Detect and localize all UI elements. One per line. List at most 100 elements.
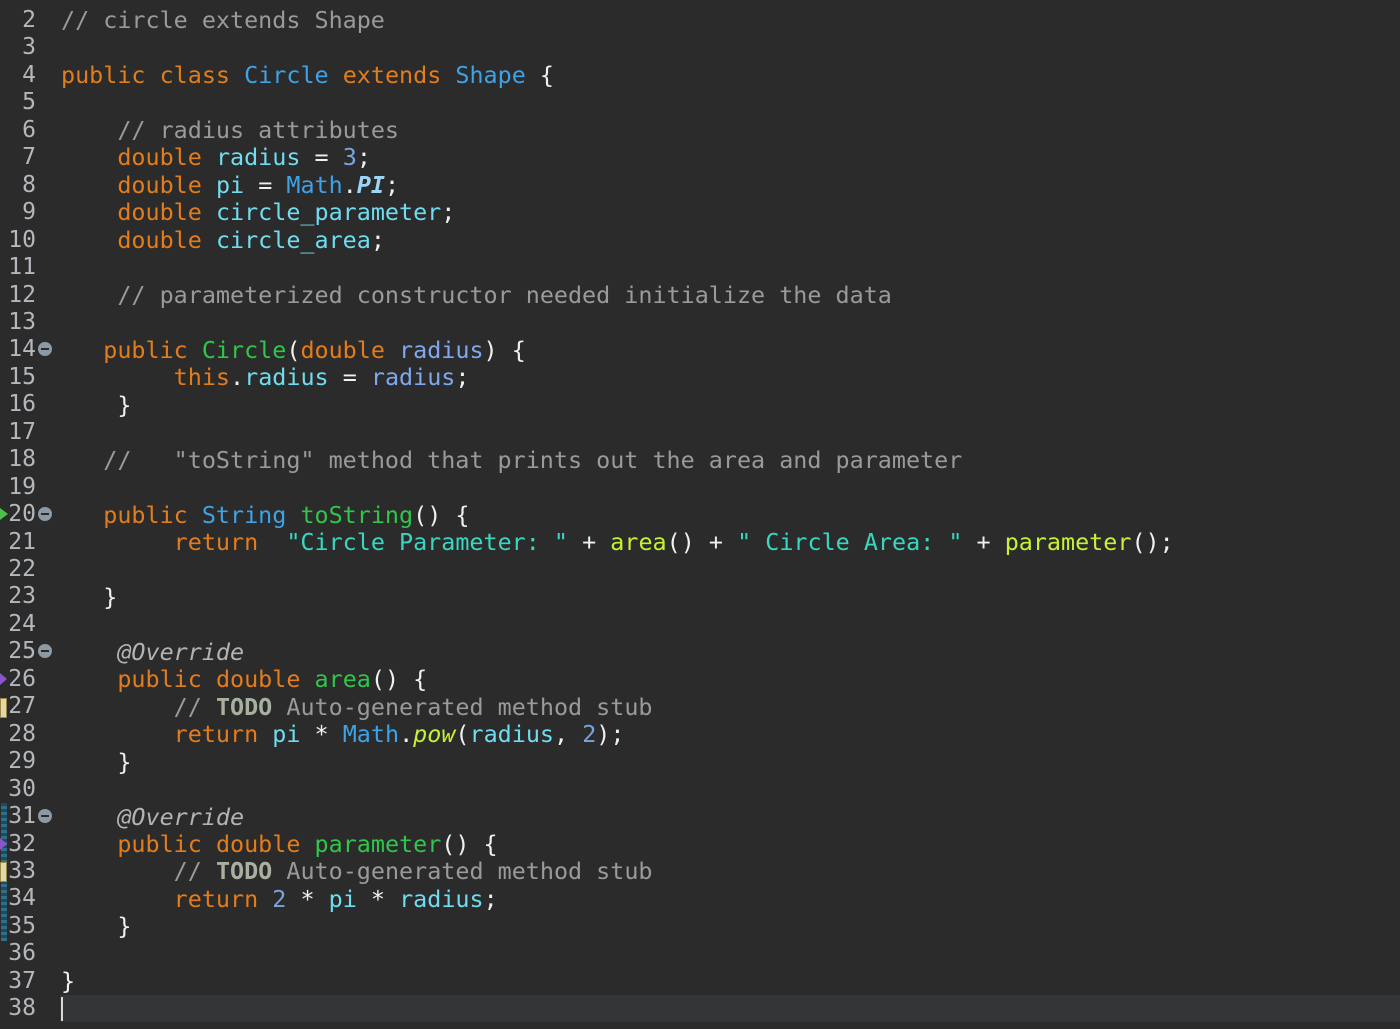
paren: ( [286,336,301,364]
field-name: radius [215,143,301,171]
dot: . [342,171,357,199]
operator: = [342,363,357,391]
override-indicator-icon[interactable] [0,673,7,685]
line-number: 12 [8,281,36,308]
keyword: class [159,61,231,89]
semicolon: ; [455,363,470,391]
method-name: toString [300,501,414,529]
line-number: 30 [8,775,36,802]
line-number: 10 [8,226,36,253]
string-literal: " Circle Area: " [737,528,963,556]
comment: Auto-generated method stub [286,857,653,885]
collapse-fold-icon[interactable] [38,342,52,357]
code-line: } [61,913,131,940]
keyword: public [61,61,146,89]
line-number: 13 [8,308,36,335]
collapse-fold-icon[interactable] [38,507,52,522]
line-number: 21 [8,528,36,555]
paren: (); [1131,528,1174,556]
method-name: area [314,665,371,693]
string-literal: "Circle Parameter: " [286,528,568,556]
class-reference: Math [342,720,400,748]
code-line: double circle_parameter; [61,199,455,226]
collapse-fold-icon[interactable] [38,809,52,824]
keyword: double [300,336,385,364]
paren: ); [596,720,625,748]
line-number: 16 [8,391,36,418]
operator: + [708,528,723,556]
collapse-fold-icon[interactable] [38,644,52,659]
override-indicator-icon[interactable] [0,838,7,850]
keyword: this [173,363,231,391]
line-number: 25 [8,638,36,665]
paren: ( [455,720,470,748]
code-line: public double area() { [61,666,427,693]
operator: * [314,720,329,748]
comment: // radius attributes [117,116,399,144]
line-number: 7 [22,144,36,171]
operator: = [258,171,273,199]
comment: // "toString" method that prints out the… [103,446,963,474]
method-call: parameter [1004,528,1132,556]
field-name: circle_area [215,226,371,254]
task-marker-icon[interactable] [0,862,7,882]
field-name: circle_parameter [215,198,442,226]
code-line: } [61,392,131,419]
brace: } [117,912,132,940]
keyword: double [117,226,202,254]
brace: } [61,967,76,995]
comment: // circle extends Shape [61,6,385,34]
number-literal: 2 [272,885,287,913]
line-number-gutter: 2 3 4 5 6 7 8 9 10 11 12 13 14 15 16 17 18 19 20 21 22 23 24 25… [0,0,60,1029]
line-number: 6 [22,116,36,143]
line-number: 14 [8,336,36,363]
task-marker-icon[interactable] [0,698,7,718]
code-line: // "toString" method that prints out the… [61,447,962,474]
breakpoint-arrow-icon[interactable] [0,508,8,520]
code-line: // TODO Auto-generated method stub [61,858,653,885]
superclass-name: Shape [455,61,526,89]
keyword: extends [342,61,442,89]
code-line: // TODO Auto-generated method stub [61,694,653,721]
line-number: 2 [22,7,36,33]
line-number: 4 [22,61,36,88]
brace: } [117,748,132,776]
line-number: 38 [8,995,36,1022]
line-number: 29 [8,748,36,775]
method-name: parameter [314,830,442,858]
paren: ) { [483,336,526,364]
brace: } [117,391,132,419]
operator: + [976,528,991,556]
code-line: } [61,584,117,611]
code-line: double circle_area; [61,227,385,254]
brace: { [539,61,554,89]
keyword: double [117,198,202,226]
code-line: } [61,968,75,995]
line-number: 28 [8,720,36,747]
keyword: double [215,665,301,693]
keyword: public [117,665,202,693]
comment: // [173,857,202,885]
semicolon: ; [356,143,371,171]
annotation: @Override [117,803,245,831]
todo-tag: TODO [215,857,273,885]
field-name: pi [215,171,245,199]
code-editor[interactable]: 2 3 4 5 6 7 8 9 10 11 12 13 14 15 16 17 18 19 20 21 22 23 24 25… [0,0,1400,1029]
keyword: return [173,720,259,748]
comment: // [173,693,202,721]
keyword: public [103,501,188,529]
number-literal: 3 [342,143,357,171]
keyword: return [173,885,259,913]
operator: * [300,885,315,913]
line-number: 5 [22,89,36,116]
line-number: 24 [8,610,36,637]
field-name: pi [272,720,301,748]
code-line: // parameterized constructor needed init… [61,282,892,309]
semicolon: ; [441,198,456,226]
keyword: double [117,171,202,199]
parameter-name: radius [370,363,456,391]
annotation: @Override [117,638,245,666]
type-name: String [201,501,287,529]
field-name: radius [399,885,484,913]
class-name: Circle [244,61,329,89]
